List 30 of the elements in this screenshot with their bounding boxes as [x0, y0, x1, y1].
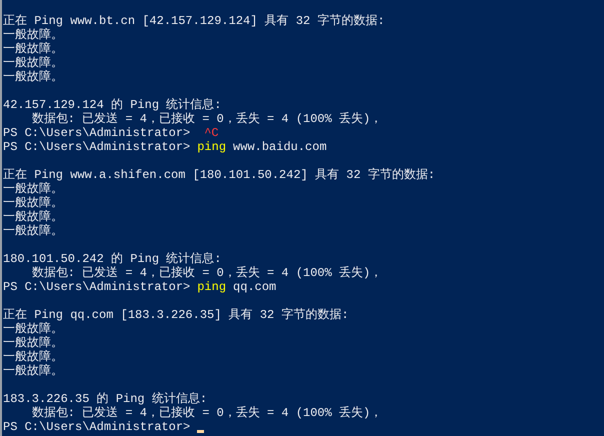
prompt-text: PS C:\Users\Administrator>	[3, 140, 190, 154]
output-line: 数据包: 已发送 = 4，已接收 = 0，丢失 = 4 (100% 丢失)，	[30, 112, 382, 126]
output-line: 一般故障。	[3, 56, 63, 70]
output-line: 数据包: 已发送 = 4，已接收 = 0，丢失 = 4 (100% 丢失)，	[30, 406, 382, 420]
output-line: 183.3.226.35 的 Ping 统计信息:	[3, 392, 208, 406]
command-text: ping	[197, 280, 226, 294]
output-line: 一般故障。	[3, 28, 63, 42]
output-line: 正在 Ping www.bt.cn [42.157.129.124] 具有 32 字节的数据:	[3, 14, 385, 28]
output-line: 一般故障。	[3, 350, 63, 364]
prompt-text: PS C:\Users\Administrator>	[3, 420, 190, 434]
output-line: 一般故障。	[3, 364, 63, 378]
output-line: 正在 Ping www.a.shifen.com [180.101.50.242] 具有 32 字节的数据:	[3, 168, 436, 182]
output-line: 正在 Ping qq.com [183.3.226.35] 具有 32 字节的数据:	[3, 308, 349, 322]
prompt-text: PS C:\Users\Administrator>	[3, 126, 190, 140]
argument-text: www.baidu.com	[233, 140, 327, 154]
output-line: 一般故障。	[3, 182, 63, 196]
output-line: 一般故障。	[3, 322, 63, 336]
output-line: 数据包: 已发送 = 4，已接收 = 0，丢失 = 4 (100% 丢失)，	[30, 266, 382, 280]
output-line: 一般故障。	[3, 224, 63, 238]
output-line: 一般故障。	[3, 196, 63, 210]
interrupt-text: ^C	[204, 126, 219, 140]
output-line: 一般故障。	[3, 70, 63, 84]
argument-text: qq.com	[233, 280, 276, 294]
output-line: 180.101.50.242 的 Ping 统计信息:	[3, 252, 222, 266]
output-line: 42.157.129.124 的 Ping 统计信息:	[3, 98, 222, 112]
output-line: 一般故障。	[3, 336, 63, 350]
command-text: ping	[197, 140, 226, 154]
output-line: 一般故障。	[3, 42, 63, 56]
prompt-text: PS C:\Users\Administrator>	[3, 280, 190, 294]
output-line: 一般故障。	[3, 210, 63, 224]
